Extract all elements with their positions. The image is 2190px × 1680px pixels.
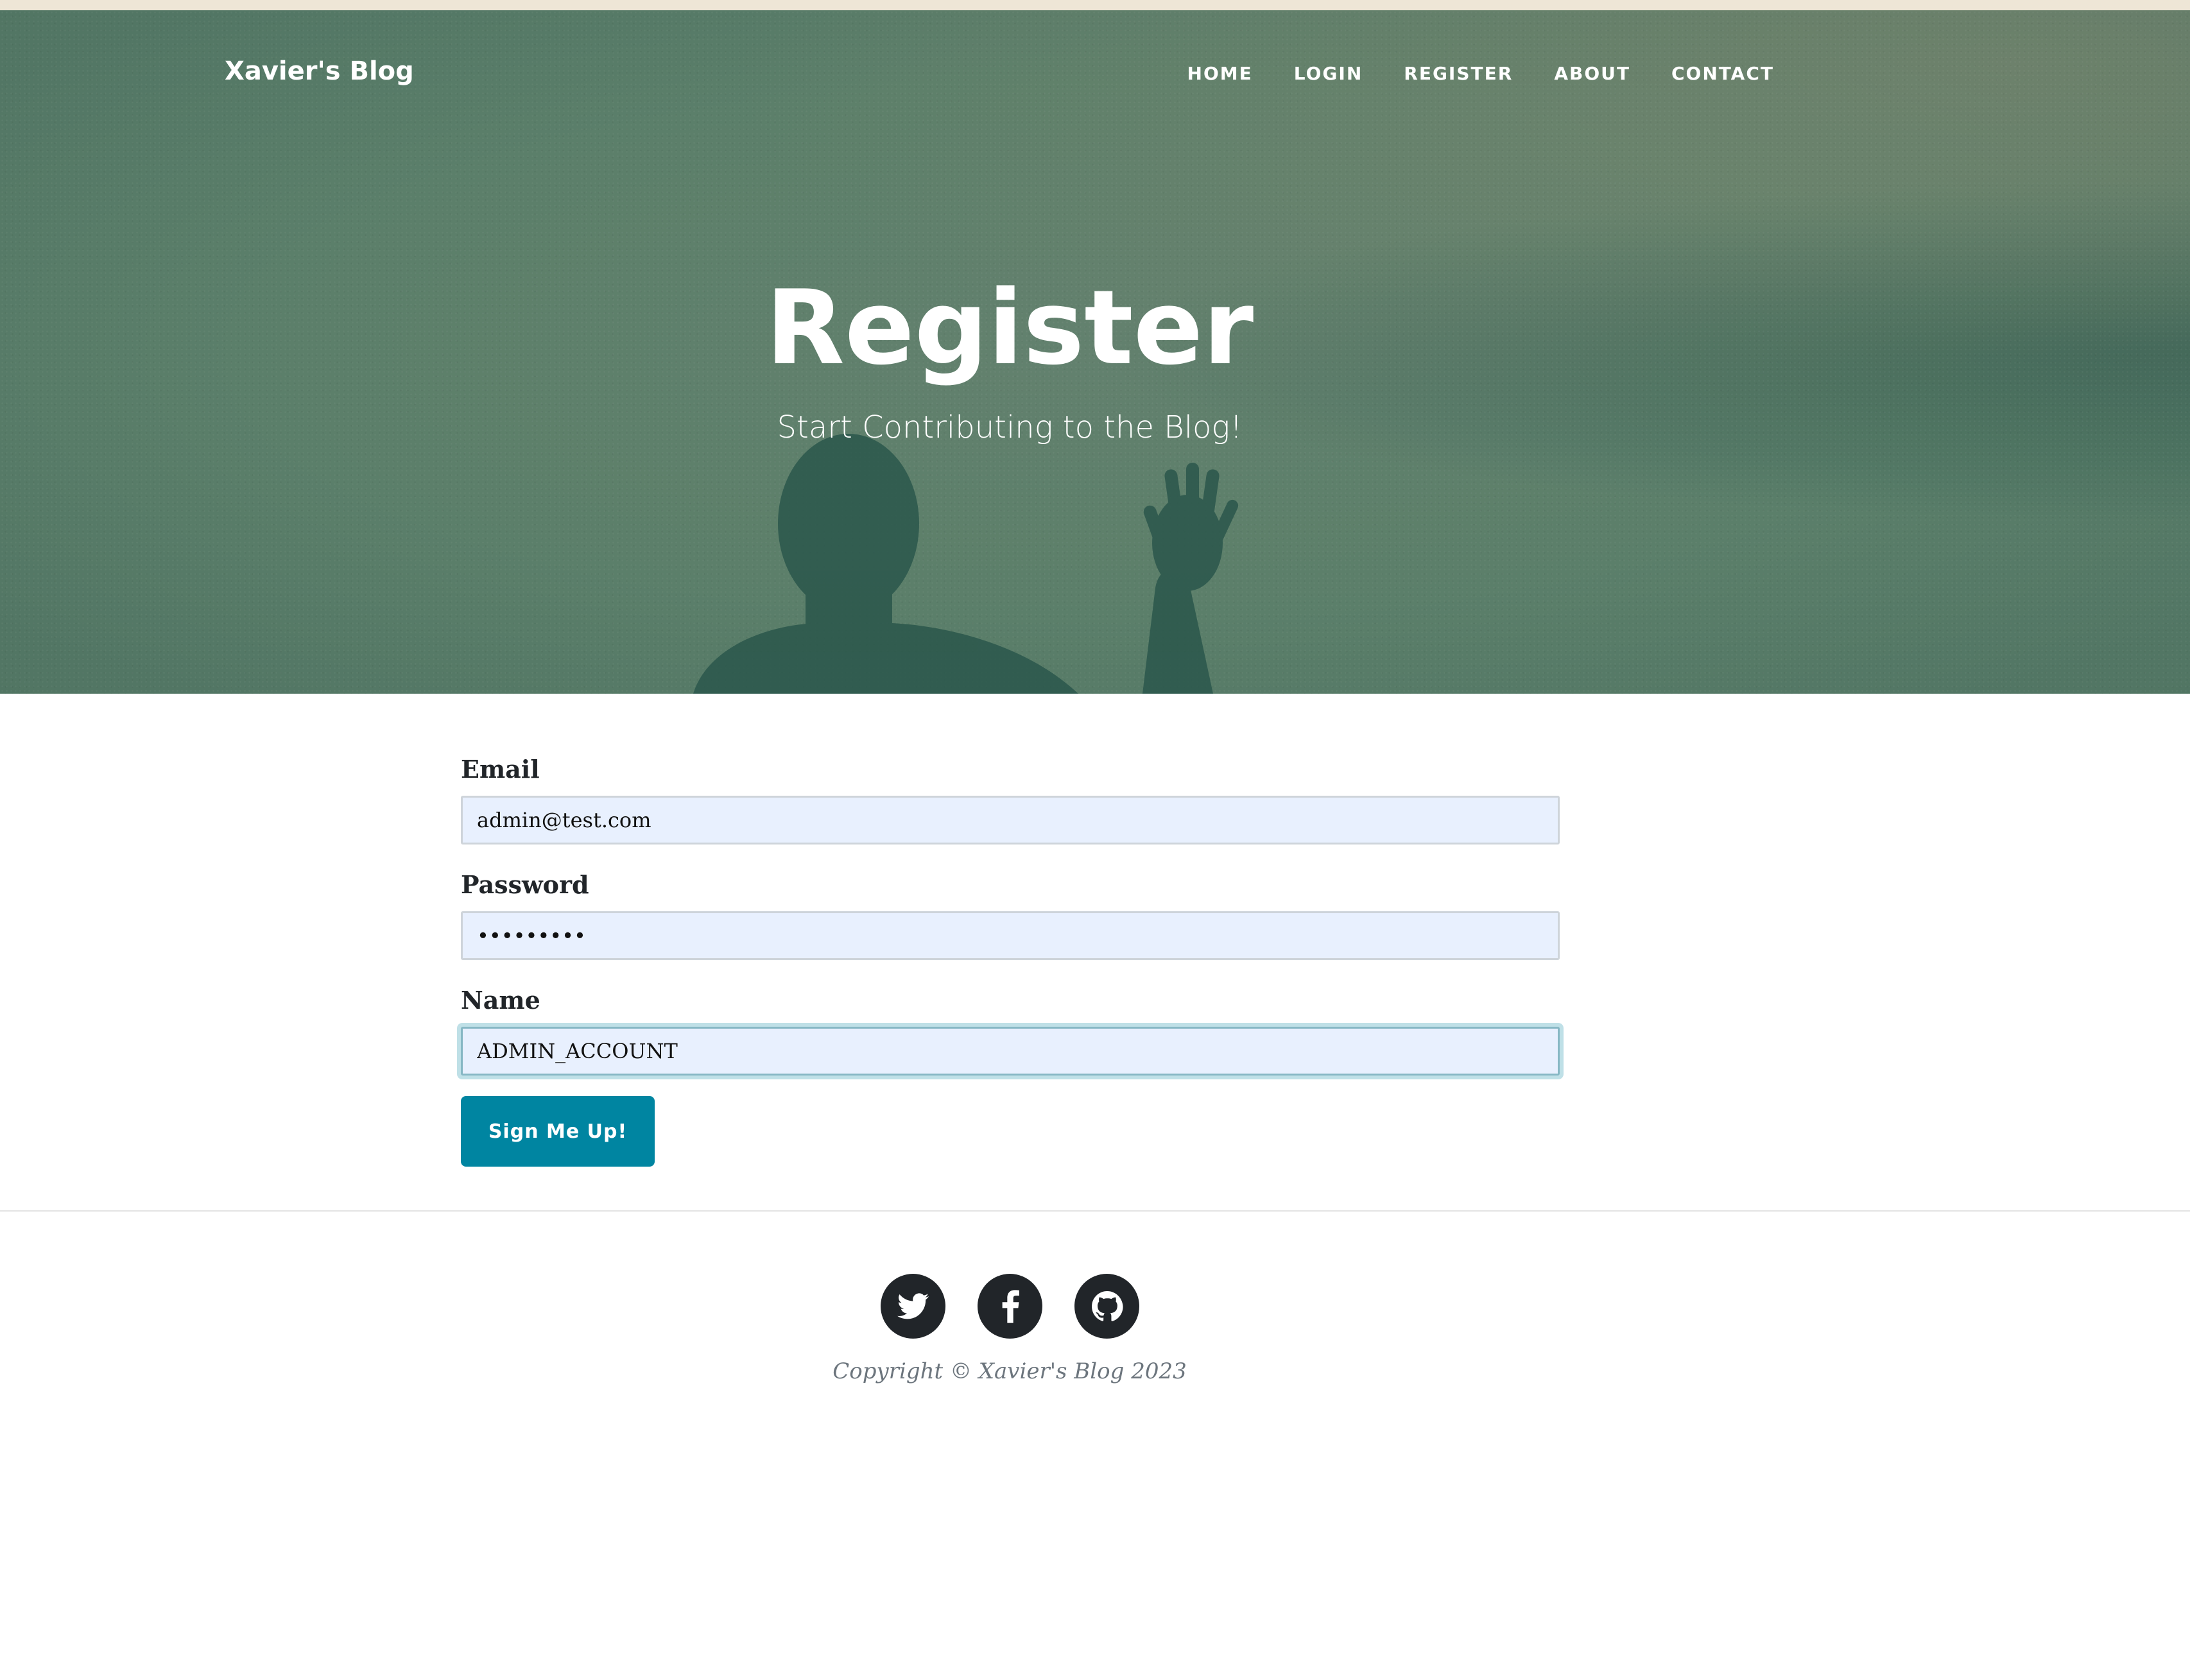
register-form: Email Password Name Sign Me Up! [461, 757, 1560, 1167]
top-strip [0, 0, 2190, 10]
footer-divider [0, 1210, 2190, 1212]
hero-header: Xavier's Blog HOME LOGIN REGISTER ABOUT … [0, 10, 2190, 694]
nav-register-link[interactable]: REGISTER [1404, 63, 1513, 84]
nav-login-link[interactable]: LOGIN [1294, 63, 1363, 84]
password-field[interactable] [461, 911, 1560, 960]
email-label: Email [461, 755, 540, 784]
email-field[interactable] [461, 796, 1560, 844]
github-link[interactable] [1074, 1274, 1139, 1339]
page-title: Register [765, 268, 1254, 388]
github-icon [1091, 1290, 1123, 1321]
facebook-link[interactable] [978, 1274, 1042, 1339]
twitter-icon [897, 1292, 929, 1319]
main-nav: HOME LOGIN REGISTER ABOUT CONTACT [1187, 63, 1774, 84]
nav-contact-link[interactable]: CONTACT [1671, 63, 1774, 84]
facebook-icon [1002, 1289, 1019, 1323]
password-label: Password [461, 870, 589, 899]
nav-about-link[interactable]: ABOUT [1554, 63, 1630, 84]
page-subtitle: Start Contributing to the Blog! [777, 409, 1243, 445]
nav-home-link[interactable]: HOME [1187, 63, 1253, 84]
sign-up-button[interactable]: Sign Me Up! [461, 1096, 655, 1167]
twitter-link[interactable] [881, 1274, 945, 1339]
social-links [881, 1274, 1139, 1339]
site-brand-link[interactable]: Xavier's Blog [225, 56, 414, 86]
name-label: Name [461, 986, 540, 1015]
name-field[interactable] [461, 1027, 1560, 1076]
copyright-text: Copyright © Xavier's Blog 2023 [832, 1359, 1187, 1384]
